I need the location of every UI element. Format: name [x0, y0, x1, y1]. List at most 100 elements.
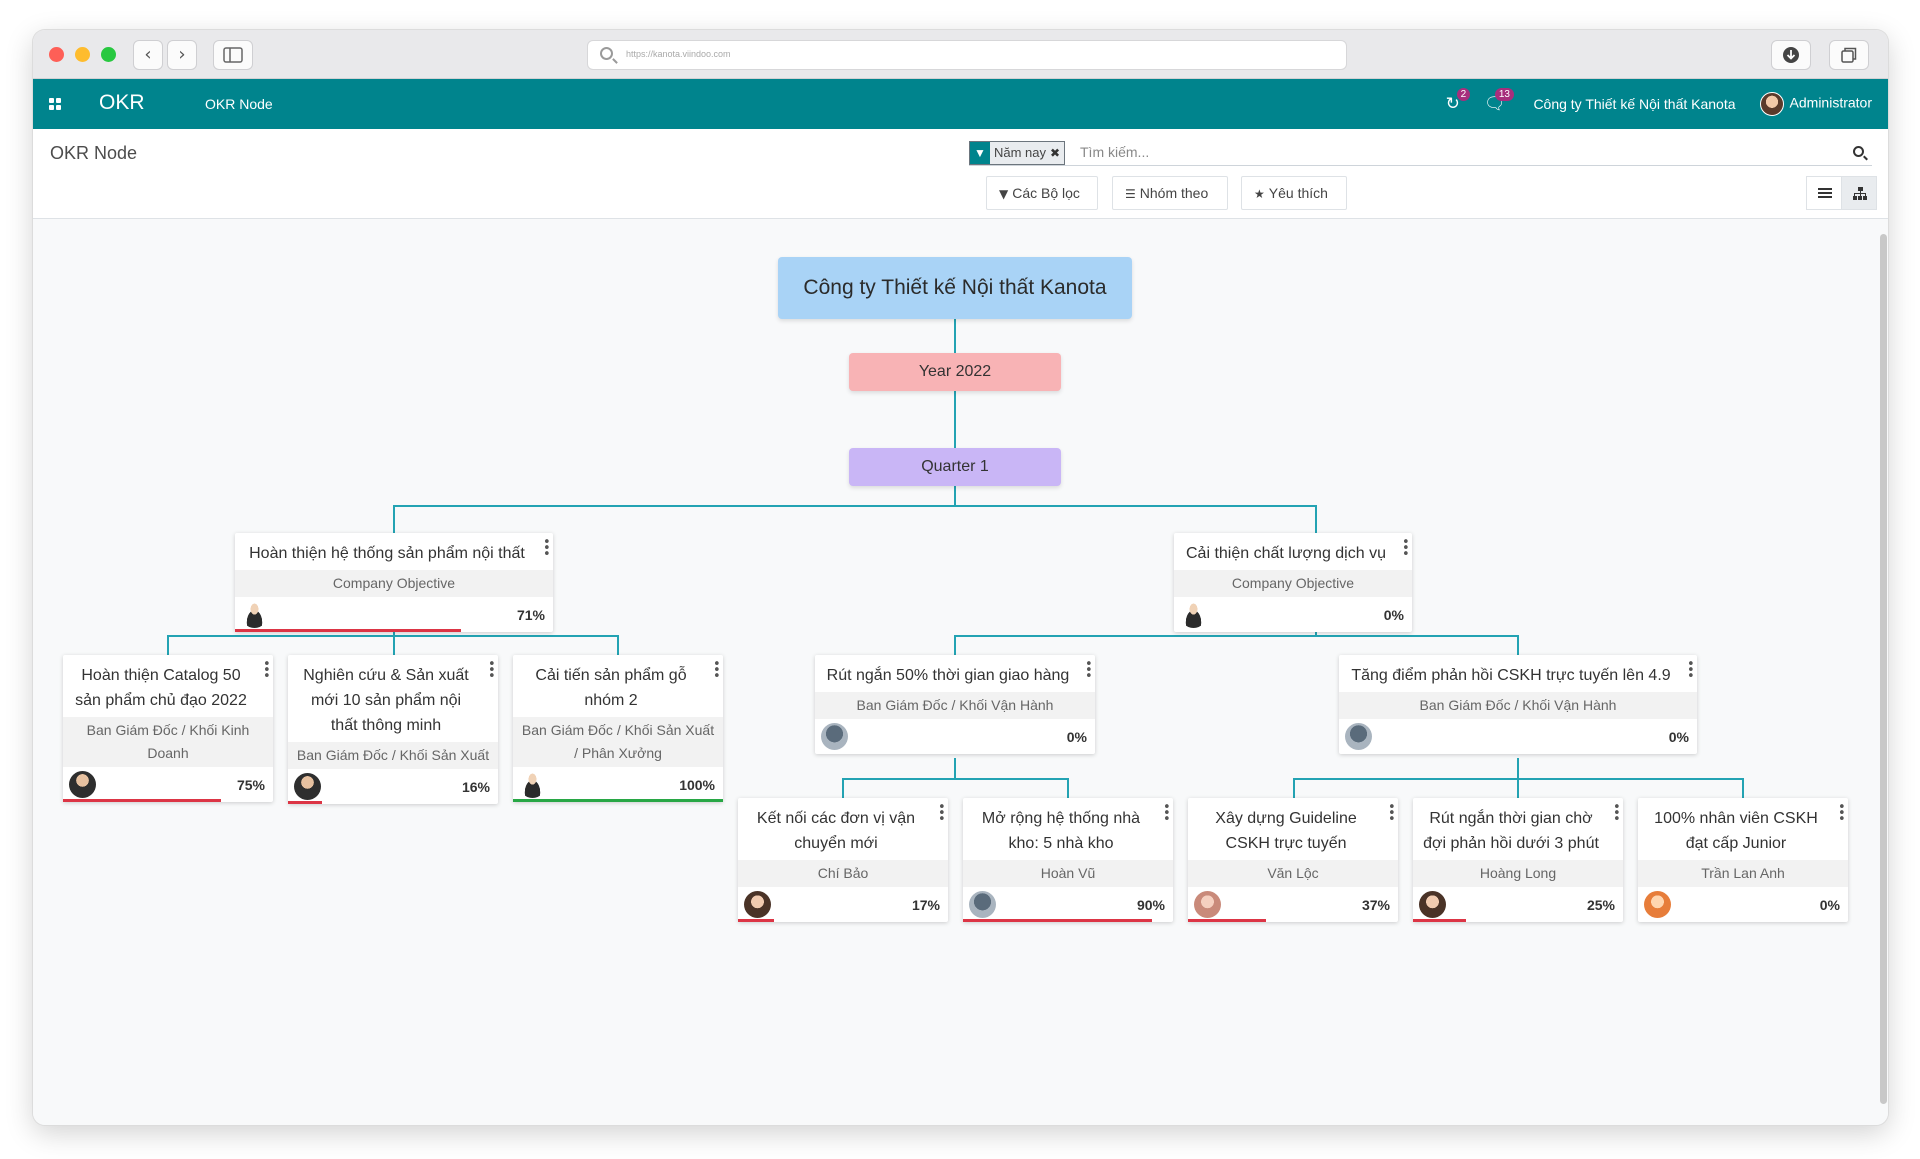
search-icon[interactable]: [1853, 146, 1864, 157]
kebab-menu-icon[interactable]: • • •: [1085, 658, 1093, 683]
minimize-window-button[interactable]: [75, 47, 90, 62]
avatar: [519, 771, 546, 798]
kebab-menu-icon[interactable]: • • •: [1687, 658, 1695, 683]
kebab-menu-icon[interactable]: • • •: [1613, 801, 1621, 826]
search-input[interactable]: [1080, 144, 1680, 160]
card-subtitle: Company Objective: [1174, 570, 1412, 597]
card-subtitle: Văn Lộc: [1188, 860, 1398, 887]
card-title: Rút ngắn 50% thời gian giao hàng: [826, 667, 1070, 684]
hierarchy-canvas: Công ty Thiết kế Nội thất Kanota Year 20…: [33, 220, 1888, 1125]
filter-icon: ▼: [999, 187, 1009, 201]
progress-bar: [963, 919, 1152, 922]
kebab-menu-icon[interactable]: • • •: [1402, 536, 1410, 561]
favorites-button[interactable]: ★ Yêu thích: [1241, 176, 1347, 210]
kebab-menu-icon[interactable]: • • •: [938, 801, 946, 826]
kebab-menu-icon[interactable]: • • •: [1838, 801, 1846, 826]
okr-card[interactable]: Rút ngắn thời gian chờ đợi phản hồi dưới…: [1413, 798, 1623, 922]
avatar: [744, 891, 771, 918]
avatar: [1180, 601, 1207, 628]
avatar: [1419, 891, 1446, 918]
user-menu[interactable]: Administrator: [1759, 92, 1872, 116]
okr-card[interactable]: Mở rộng hệ thống nhà kho: 5 nhà kho • • • …: [963, 798, 1173, 922]
progress-value: 71%: [516, 607, 545, 623]
kebab-menu-icon[interactable]: • • •: [488, 658, 496, 683]
kebab-menu-icon[interactable]: • • •: [1388, 801, 1396, 826]
groupby-button[interactable]: ☰ Nhóm theo: [1112, 176, 1228, 210]
progress-value: 90%: [1136, 897, 1165, 913]
kebab-menu-icon[interactable]: • • •: [713, 658, 721, 683]
facet-remove-icon[interactable]: ✖: [1050, 142, 1065, 164]
okr-card[interactable]: 100% nhân viên CSKH đạt cấp Junior • • • T…: [1638, 798, 1848, 922]
card-subtitle: Hoàn Vũ: [963, 860, 1173, 887]
okr-card[interactable]: Tăng điểm phản hồi CSKH trực tuyến lên 4…: [1339, 655, 1697, 754]
download-icon: [1783, 47, 1799, 63]
close-window-button[interactable]: [49, 47, 64, 62]
favorites-label: Yêu thích: [1268, 185, 1328, 201]
progress-bar: [1188, 919, 1266, 922]
progress-bar: [63, 799, 221, 802]
okr-card[interactable]: Kết nối các đơn vị vận chuyển mới • • • Ch…: [738, 798, 948, 922]
filter-icon: ▼: [970, 142, 990, 164]
card-subtitle: Ban Giám Đốc / Khối Vận Hành: [1339, 692, 1697, 719]
card-title: Rút ngắn thời gian chờ đợi phản hồi dưới…: [1423, 810, 1599, 852]
kebab-menu-icon[interactable]: • • •: [1163, 801, 1171, 826]
downloads-button[interactable]: [1771, 40, 1811, 70]
tabs-icon: [1841, 47, 1857, 63]
okr-card[interactable]: Nghiên cứu & Sản xuất mới 10 sản phẩm nộ…: [288, 655, 498, 804]
avatar: [1759, 92, 1784, 116]
progress-bar: [513, 799, 723, 802]
progress-value: 37%: [1361, 897, 1390, 913]
card-title: Hoàn thiện Catalog 50 sản phẩm chủ đạo 2…: [75, 667, 247, 709]
app-brand[interactable]: OKR: [99, 91, 145, 115]
okr-card[interactable]: Hoàn thiện Catalog 50 sản phẩm chủ đạo 2…: [63, 655, 273, 802]
progress-value: 25%: [1586, 897, 1615, 913]
tabs-overview-button[interactable]: [1829, 40, 1869, 70]
progress-value: 0%: [1819, 897, 1840, 913]
card-subtitle: Ban Giám Đốc / Khối Kinh Doanh: [63, 717, 273, 767]
quarter-node[interactable]: Quarter 1: [849, 448, 1061, 486]
search-facet[interactable]: ▼ Năm nay ✖: [969, 141, 1066, 165]
hierarchy-view-button[interactable]: [1841, 176, 1877, 210]
url-text: https://kanota.viindoo.com: [626, 49, 731, 59]
sidebar-icon: [223, 47, 243, 63]
progress-bar: [288, 801, 322, 804]
company-node[interactable]: Công ty Thiết kế Nội thất Kanota: [778, 257, 1132, 319]
okr-card[interactable]: Cải tiến sản phẩm gỗ nhóm 2 • • • Ban Giám…: [513, 655, 723, 802]
card-title: Tăng điểm phản hồi CSKH trực tuyến lên 4…: [1351, 667, 1671, 684]
okr-card[interactable]: Xây dựng Guideline CSKH trực tuyến • • • V…: [1188, 798, 1398, 922]
avatar: [821, 723, 848, 750]
apps-menu-icon[interactable]: [49, 98, 62, 111]
year-node[interactable]: Year 2022: [849, 353, 1061, 391]
vertical-scrollbar[interactable]: [1878, 226, 1888, 1120]
progress-bar: [1413, 919, 1466, 922]
bars-icon: ☰: [1125, 187, 1136, 201]
menu-okr-node[interactable]: OKR Node: [205, 96, 273, 112]
avatar: [69, 771, 96, 798]
search-bar: ▼ Năm nay ✖: [969, 141, 1872, 166]
filters-label: Các Bộ lọc: [1012, 185, 1080, 201]
messages-icon[interactable]: 🗨 13: [1484, 88, 1514, 114]
progress-value: 100%: [679, 777, 715, 793]
company-switcher[interactable]: Công ty Thiết kế Nội thất Kanota: [1533, 96, 1735, 112]
okr-card[interactable]: Cải thiện chất lượng dịch vụ • • • Company…: [1174, 533, 1412, 632]
back-button[interactable]: ‹: [133, 40, 163, 70]
filters-button[interactable]: ▼ Các Bộ lọc: [986, 176, 1098, 210]
card-title: Cải tiến sản phẩm gỗ nhóm 2: [535, 667, 687, 709]
maximize-window-button[interactable]: [101, 47, 116, 62]
okr-card[interactable]: Rút ngắn 50% thời gian giao hàng • • • Ban…: [815, 655, 1095, 754]
browser-window: ‹ › https://kanota.viindoo.com OKR OKR N…: [33, 30, 1888, 1125]
sidebar-toggle-button[interactable]: [213, 40, 253, 70]
main-navbar: OKR OKR Node ↻ 2 🗨 13 Công ty Thiết kế Nội…: [33, 79, 1888, 129]
list-view-button[interactable]: [1806, 176, 1842, 210]
browser-toolbar: ‹ › https://kanota.viindoo.com: [33, 30, 1888, 79]
kebab-menu-icon[interactable]: • • •: [543, 536, 551, 561]
kebab-menu-icon[interactable]: • • •: [263, 658, 271, 683]
card-subtitle: Chí Bảo: [738, 860, 948, 887]
card-subtitle: Ban Giám Đốc / Khối Sản Xuất: [288, 742, 498, 769]
forward-button[interactable]: ›: [167, 40, 197, 70]
address-bar[interactable]: https://kanota.viindoo.com: [587, 40, 1347, 70]
progress-bar: [738, 919, 774, 922]
activity-icon[interactable]: ↻ 2: [1446, 88, 1471, 114]
okr-card[interactable]: Hoàn thiện hệ thống sản phẩm nội thất • •…: [235, 533, 553, 632]
sitemap-icon: [1853, 187, 1867, 200]
